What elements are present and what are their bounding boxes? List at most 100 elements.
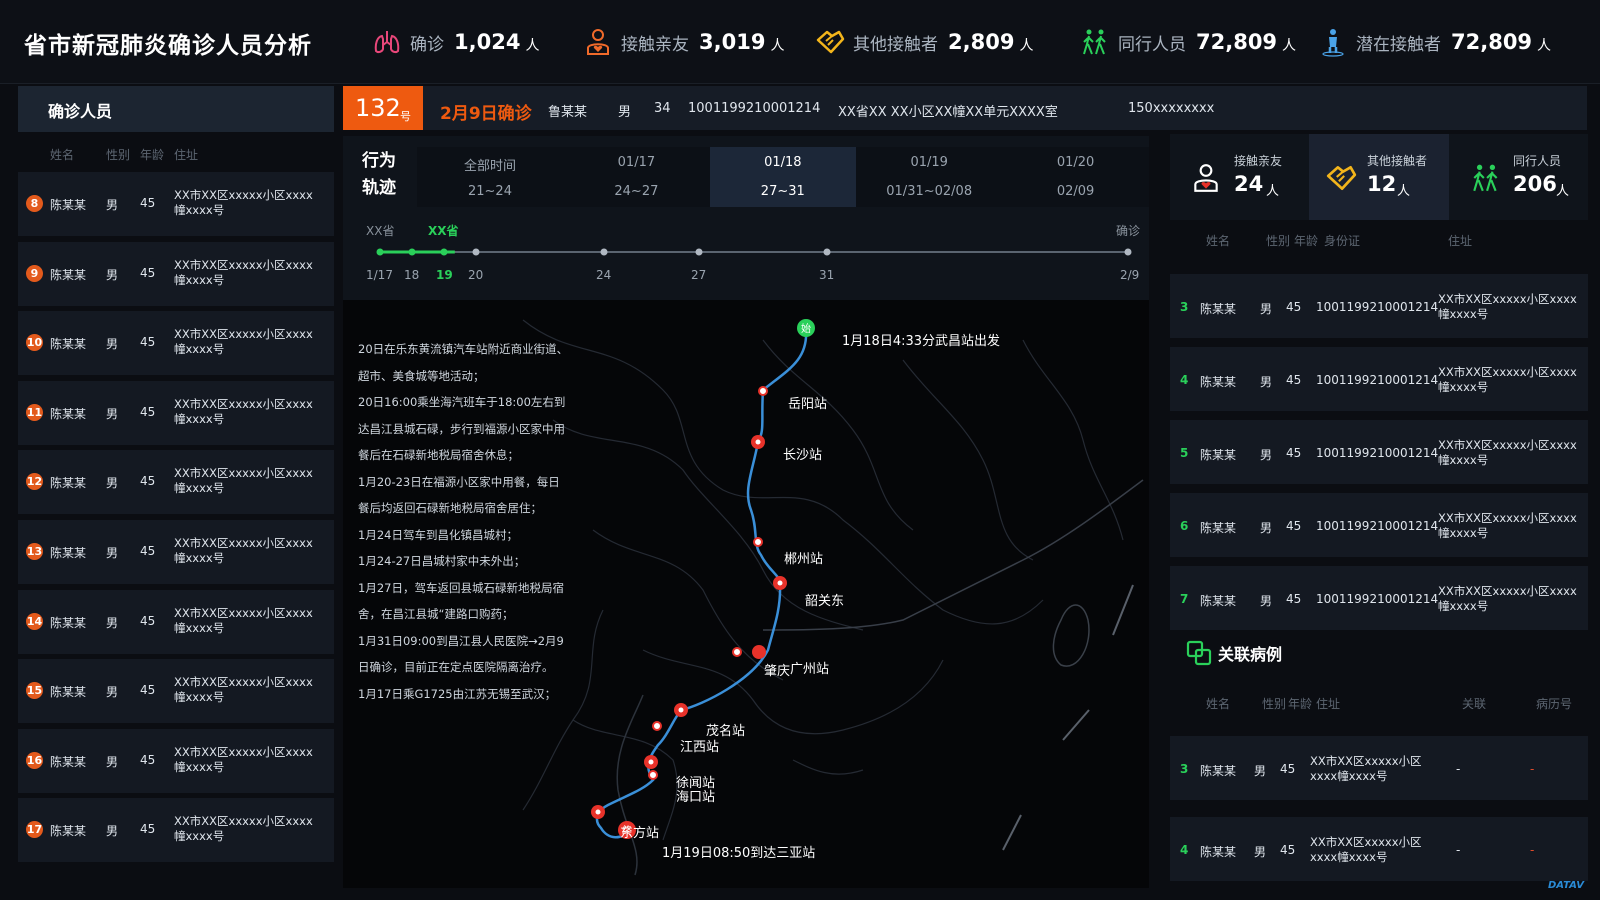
case-list-item[interactable]: 8 陈某某 男 45 XX市XX区xxxxx小区xxxx幢xxxx号 (18, 172, 334, 236)
walking-people-icon (1473, 164, 1498, 192)
related-age: 45 (1280, 843, 1296, 857)
station-marker[interactable] (652, 721, 662, 731)
timeline-point[interactable] (472, 248, 480, 256)
stat-unit: 人 (770, 37, 785, 54)
station-label: 广州站 (790, 662, 830, 677)
contact-row[interactable]: 3 陈某某 男 45 1001199210001214 XX市XX区xxxxx小区xxxx… (1170, 274, 1588, 338)
case-number-unit: 号 (400, 110, 411, 123)
case-number-badge: 10 (26, 334, 43, 352)
case-age: 34 (654, 101, 671, 116)
station-marker[interactable] (758, 386, 768, 396)
case-list-item[interactable]: 12 陈某某 男 45 XX市XX区xxxxx小区xxxx幢xxxx号 (18, 450, 334, 515)
date-tab[interactable]: 全部时间 21~24 (417, 147, 563, 207)
contact-age: 45 (1286, 300, 1302, 314)
timeline-tick-label: 20 (468, 268, 484, 282)
stat-label: 接触亲友 (621, 34, 689, 55)
case-sex: 男 (106, 685, 119, 700)
related-name: 陈某某 (1200, 764, 1237, 778)
island-line (1112, 584, 1134, 636)
station-marker[interactable] (753, 537, 763, 547)
case-list-item[interactable]: 10 陈某某 男 45 XX市XX区xxxxx小区xxxx幢xxxx号 (18, 311, 334, 376)
trajectory-paragraph: 1月24-27日昌城村家中未外出； (358, 554, 526, 568)
related-record: - (1530, 762, 1535, 776)
stat-confirmed: 确诊 1,024 人 (372, 25, 539, 59)
timeline-point[interactable] (1124, 248, 1132, 256)
station-label: 长沙站 (783, 448, 823, 463)
station-label: 肇庆 (764, 664, 791, 679)
contact-sex: 男 (1260, 521, 1273, 535)
contact-address: XX市XX区xxxxx小区xxxx幢xxxx号 (1438, 365, 1577, 394)
standing-person-icon (1322, 29, 1344, 57)
stat-value: 1,024 (454, 30, 521, 54)
case-sex: 男 (106, 546, 119, 560)
case-list-item[interactable]: 15 陈某某 男 45 XX市XX区xxxxx小区xxxx幢xxxx号 (18, 659, 334, 724)
date-tab[interactable]: 01/19 01/31~02/08 (856, 147, 1002, 207)
map-end-label: 1月19日08:50到达三亚站 (662, 846, 816, 861)
station-marker[interactable] (752, 645, 766, 659)
related-case-row[interactable]: 4 陈某某 男 45 XX市XX区xxxxx小区xxxx幢xxxx号 - - (1170, 817, 1588, 881)
case-list-item[interactable]: 16 陈某某 男 45 XX市XX区xxxxx小区xxxx幢xxxx号 (18, 728, 334, 793)
col-id: 身份证 (1324, 234, 1361, 248)
case-age: 45 (140, 822, 156, 837)
contact-id: 1001199210001214 (1316, 300, 1439, 314)
case-name: 陈某某 (50, 198, 87, 212)
date-tab[interactable]: 01/17 24~27 (563, 147, 709, 207)
left-panel-title: 确诊人员 (48, 102, 113, 121)
contact-sex: 男 (1260, 375, 1273, 389)
case-address: XX市XX区xxxxx小区xxxx幢xxxx号 (174, 814, 313, 844)
date-tabs: 全部时间 21~24 01/17 24~27 01/18 27~31 01/19 01/31~… (417, 147, 1149, 207)
contact-stat-unit: 人 (1556, 184, 1570, 199)
related-case-row[interactable]: 3 陈某某 男 45 XX市XX区xxxxx小区xxxx幢xxxx号 - - (1170, 736, 1588, 800)
stat-value: 72,809 (1196, 30, 1278, 54)
contact-stat-unit: 人 (1266, 184, 1280, 199)
timeline-point[interactable] (600, 248, 608, 256)
contact-address: XX市XX区xxxxx小区xxxx幢xxxx号 (1438, 584, 1577, 613)
case-name: 陈某某 (50, 406, 87, 421)
contact-stat-label: 同行人员 (1513, 154, 1562, 168)
contact-row[interactable]: 6 陈某某 男 45 1001199210001214 XX市XX区xxxxx小区xxxx… (1170, 493, 1588, 557)
timeline-tick-label: 27 (691, 268, 707, 282)
timeline-point[interactable] (376, 248, 384, 256)
start-badge: 始 (801, 322, 811, 335)
col-sex: 性别 (1266, 234, 1291, 248)
timeline-point[interactable] (695, 248, 703, 256)
contact-row[interactable]: 7 陈某某 男 45 1001199210001214 XX市XX区xxxxx小区xxxx… (1170, 566, 1588, 630)
contact-row[interactable]: 5 陈某某 男 45 1001199210001214 XX市XX区xxxxx小区xxxx… (1170, 420, 1588, 484)
timeline-point[interactable] (440, 248, 448, 256)
timeline-point[interactable] (823, 248, 831, 256)
contact-number: 5 (1180, 446, 1189, 460)
contact-stat-value: 12 (1367, 172, 1397, 196)
stat-other-contacts: 其他接触者 2,809 人 (815, 25, 1033, 59)
case-list-item[interactable]: 14 陈某某 男 45 XX市XX区xxxxx小区xxxx幢xxxx号 (18, 589, 334, 654)
case-number-badge: 12 (26, 473, 43, 491)
station-label: 东方站 (620, 826, 660, 841)
timeline-track[interactable] (343, 240, 1149, 264)
station-marker[interactable] (648, 770, 658, 780)
station-label: 郴州站 (784, 552, 824, 567)
stat-companions: 同行人员 72,809 人 (1080, 25, 1296, 59)
timeline-tick-label: 2/9 (1120, 268, 1140, 282)
contact-row[interactable]: 4 陈某某 男 45 1001199210001214 XX市XX区xxxxx小区xxxx… (1170, 347, 1588, 411)
case-list-item[interactable]: 9 陈某某 男 45 XX市XX区xxxxx小区xxxx幢xxxx号 (18, 241, 334, 306)
case-name: 陈某某 (50, 754, 87, 769)
trajectory-paragraph: 20日16:00乘坐海汽班车于18:00左右到达昌江县城石碌，步行到福源小区家中… (358, 395, 566, 462)
date-tab[interactable]: 01/20 02/09 (1003, 147, 1149, 207)
trajectory-paragraph: 1月20-23日在福源小区家中用餐，每日餐后均返回石碌新地税局宿舍居住； (358, 474, 560, 516)
case-list-item[interactable]: 11 陈某某 男 45 XX市XX区xxxxx小区xxxx幢xxxx号 (18, 380, 334, 445)
contact-age: 45 (1286, 373, 1302, 387)
timeline-point[interactable] (408, 248, 416, 256)
stat-value: 2,809 (948, 30, 1015, 54)
person-heart-icon (587, 29, 609, 55)
case-list-item[interactable]: 13 陈某某 男 45 XX市XX区xxxxx小区xxxx幢xxxx号 (18, 520, 334, 584)
contact-number: 4 (1180, 373, 1189, 387)
col-sex: 性别 (1262, 697, 1287, 711)
contact-stat-unit: 人 (1397, 184, 1411, 199)
date-tab-label: 01/20 (1056, 155, 1095, 170)
date-tab[interactable]: 01/18 27~31 (709, 147, 856, 207)
case-address: XX市XX区xxxxx小区xxxx幢xxxx号 (174, 605, 313, 635)
col-record: 病历号 (1536, 697, 1573, 711)
contact-number: 3 (1180, 300, 1189, 314)
case-list-item[interactable]: 17 陈某某 男 45 XX市XX区xxxxx小区xxxx幢xxxx号 (18, 798, 334, 863)
station-marker[interactable] (732, 647, 742, 657)
case-number-badge: 14 (26, 612, 43, 630)
